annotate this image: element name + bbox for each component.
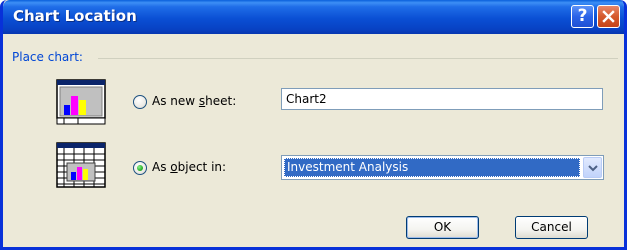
cancel-button[interactable]: Cancel: [515, 216, 588, 239]
object-in-dropdown[interactable]: Investment Analysis: [281, 155, 604, 180]
dropdown-arrow-button[interactable]: [583, 157, 602, 178]
accelerator-key: o: [170, 160, 178, 174]
dialog-title: Chart Location: [13, 7, 137, 25]
close-x-icon: [602, 10, 615, 23]
as-object-in-radio[interactable]: [133, 161, 147, 175]
as-object-in-label[interactable]: As object in:: [152, 160, 226, 174]
chevron-down-icon: [588, 165, 598, 172]
label-part: bject in:: [177, 160, 227, 174]
chart-sheet-icon: [56, 79, 106, 125]
title-bar[interactable]: Chart Location ?: [3, 0, 624, 34]
as-new-sheet-radio[interactable]: [133, 95, 147, 109]
help-icon: ?: [577, 6, 588, 26]
place-chart-group-label: Place chart:: [12, 50, 83, 64]
group-divider: [98, 58, 618, 59]
label-part: heet:: [205, 94, 237, 108]
dropdown-selected-value: Investment Analysis: [284, 158, 580, 177]
close-button[interactable]: [597, 5, 620, 28]
label-part: As new: [152, 94, 199, 108]
ok-button[interactable]: OK: [406, 216, 479, 239]
as-new-sheet-label[interactable]: As new sheet:: [152, 94, 236, 108]
help-button[interactable]: ?: [571, 5, 594, 28]
label-part: As: [152, 160, 171, 174]
new-sheet-name-input[interactable]: Chart2: [281, 88, 603, 110]
embedded-chart-worksheet-icon: [56, 142, 106, 188]
chart-location-dialog: Chart Location ? Place chart: As new she…: [0, 0, 627, 250]
radio-selected-dot: [137, 165, 143, 171]
